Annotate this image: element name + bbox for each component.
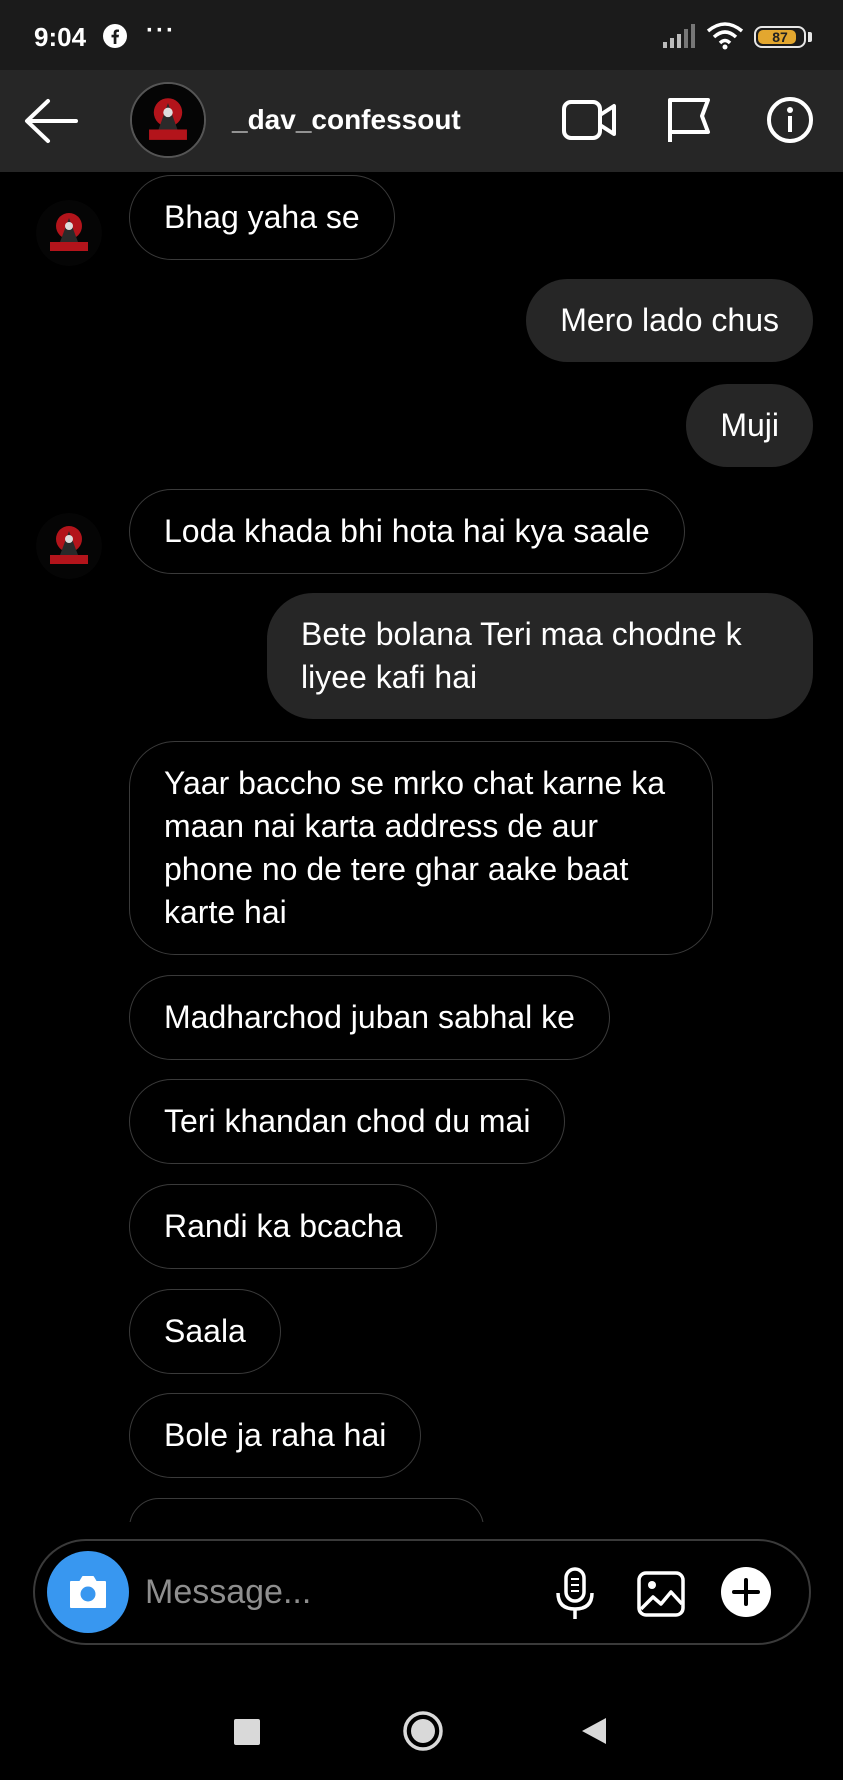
info-icon[interactable] (766, 96, 814, 144)
sender-avatar[interactable] (36, 200, 102, 266)
message-bubble-incoming-partial[interactable] (129, 1498, 484, 1522)
plus-button[interactable] (721, 1567, 771, 1617)
video-call-icon[interactable] (562, 98, 616, 142)
message-bubble-incoming[interactable]: Teri khandan chod du mai (129, 1079, 566, 1164)
nav-back-icon[interactable] (580, 1716, 608, 1746)
signal-icon (663, 24, 695, 48)
back-arrow-icon[interactable] (22, 98, 78, 144)
message-bubble-incoming[interactable]: Randi ka bcacha (129, 1184, 438, 1269)
battery-indicator: 87 (754, 26, 806, 48)
message-bubble-outgoing[interactable]: Bete bolana Teri maa chodne k liyee kafi… (267, 593, 813, 719)
message-composer (33, 1539, 811, 1645)
status-time: 9:04 (34, 22, 87, 52)
message-bubble-outgoing[interactable]: Mero lado chus (526, 279, 813, 362)
message-bubble-outgoing[interactable]: Muji (686, 384, 813, 467)
facebook-notification-icon (103, 24, 127, 48)
gallery-icon[interactable] (637, 1571, 685, 1617)
wifi-icon (706, 22, 744, 50)
system-navigation-bar (0, 1680, 843, 1780)
battery-level-text: 87 (772, 29, 788, 45)
recent-apps-icon[interactable] (234, 1719, 260, 1745)
message-bubble-incoming[interactable]: Yaar baccho se mrko chat karne ka maan n… (129, 741, 713, 955)
chat-header: _dav_confessout (0, 70, 843, 172)
home-icon[interactable] (402, 1710, 444, 1752)
confessout-logo (132, 84, 204, 156)
header-avatar[interactable] (130, 82, 206, 158)
camera-button[interactable] (47, 1551, 129, 1633)
plus-icon (732, 1578, 760, 1606)
microphone-icon[interactable] (555, 1567, 595, 1621)
confessout-logo (36, 200, 102, 266)
message-bubble-incoming[interactable]: Bhag yaha se (129, 175, 395, 260)
sender-avatar[interactable] (36, 513, 102, 579)
chat-username[interactable]: _dav_confessout (232, 104, 461, 136)
confessout-logo (36, 513, 102, 579)
message-bubble-incoming[interactable]: Loda khada bhi hota hai kya saale (129, 489, 685, 574)
message-bubble-incoming[interactable]: Bole ja raha hai (129, 1393, 422, 1478)
status-bar: 9:04 ··· 87 (0, 0, 843, 70)
more-notifications-icon: ··· (146, 17, 176, 44)
message-bubble-incoming[interactable]: Saala (129, 1289, 281, 1374)
message-thread[interactable]: Bhag yaha se Mero lado chus Muji Loda kh… (0, 172, 843, 1522)
message-input[interactable] (145, 1569, 525, 1615)
battery-tip (808, 32, 812, 42)
message-bubble-incoming[interactable]: Madharchod juban sabhal ke (129, 975, 610, 1060)
camera-icon (70, 1576, 106, 1608)
flag-icon[interactable] (666, 96, 712, 144)
